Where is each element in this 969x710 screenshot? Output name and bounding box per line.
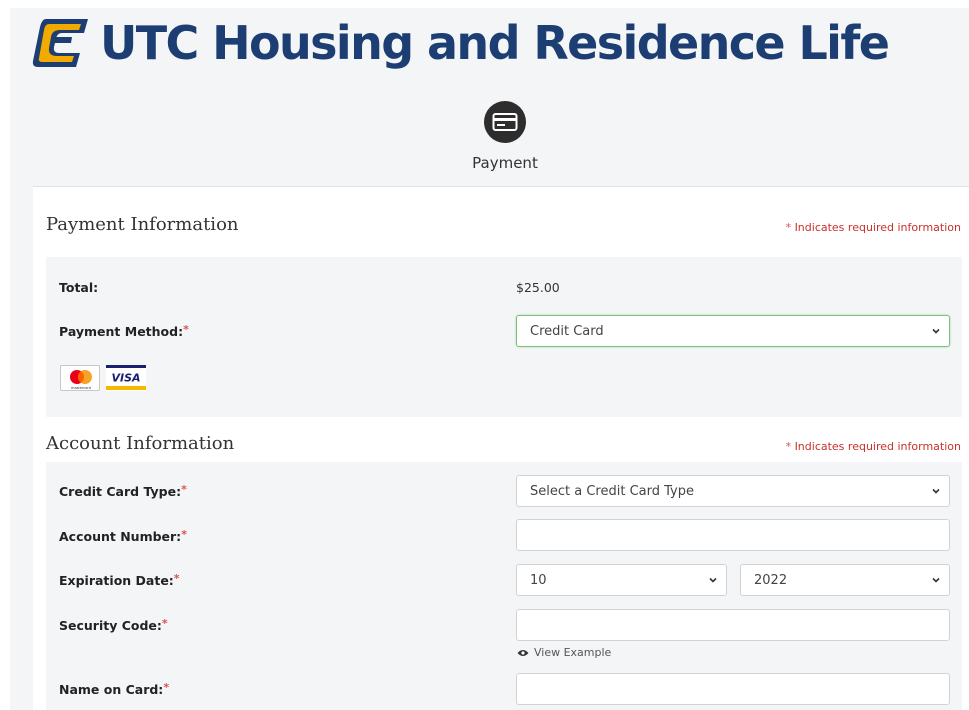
payment-step-label: Payment bbox=[472, 154, 538, 172]
card-type-label: Credit Card Type:* bbox=[59, 483, 187, 499]
security-code-input[interactable] bbox=[516, 609, 950, 641]
svg-text:mastercard: mastercard bbox=[71, 386, 91, 390]
accepted-cards: mastercard VISA bbox=[60, 365, 146, 391]
account-required-note: * Indicates required information bbox=[785, 440, 961, 453]
payment-required-note: * Indicates required information bbox=[785, 221, 961, 234]
name-on-card-label: Name on Card:* bbox=[59, 681, 170, 697]
expiration-month-select[interactable]: 10 bbox=[516, 564, 727, 596]
expiration-date-label: Expiration Date:* bbox=[59, 572, 180, 588]
mastercard-logo-icon: mastercard bbox=[60, 365, 100, 391]
credit-card-icon bbox=[492, 113, 518, 131]
total-label: Total: bbox=[59, 280, 99, 295]
payment-method-select[interactable]: Credit Card bbox=[516, 315, 950, 347]
account-section-title: Account Information bbox=[46, 433, 235, 454]
card-type-select[interactable]: Select a Credit Card Type bbox=[516, 475, 950, 507]
chevron-down-icon bbox=[932, 328, 940, 334]
payment-panel: Total: $25.00 Payment Method:* Credit Ca… bbox=[46, 257, 962, 417]
account-panel: Credit Card Type:* Select a Credit Card … bbox=[46, 462, 962, 710]
payment-step-icon bbox=[484, 101, 526, 143]
security-code-label: Security Code:* bbox=[59, 617, 168, 633]
eye-icon bbox=[517, 649, 529, 656]
form-area: Payment Information * Indicates required… bbox=[33, 187, 969, 710]
expiration-year-select[interactable]: 2022 bbox=[740, 564, 950, 596]
visa-logo-icon: VISA bbox=[106, 365, 146, 391]
payment-method-label: Payment Method:* bbox=[59, 323, 189, 339]
chevron-down-icon bbox=[709, 577, 717, 583]
chevron-down-icon bbox=[932, 488, 940, 494]
view-example-link[interactable]: View Example bbox=[517, 646, 611, 659]
account-number-label: Account Number:* bbox=[59, 528, 187, 544]
total-value: $25.00 bbox=[516, 280, 560, 295]
account-number-input[interactable] bbox=[516, 519, 950, 551]
payment-section-title: Payment Information bbox=[46, 214, 239, 235]
brand-title: UTC Housing and Residence Life bbox=[100, 16, 890, 70]
svg-text:VISA: VISA bbox=[111, 372, 140, 385]
utc-logo-icon bbox=[32, 19, 88, 67]
brand-header: UTC Housing and Residence Life bbox=[32, 12, 890, 74]
chevron-down-icon bbox=[932, 577, 940, 583]
name-on-card-input[interactable] bbox=[516, 673, 950, 705]
